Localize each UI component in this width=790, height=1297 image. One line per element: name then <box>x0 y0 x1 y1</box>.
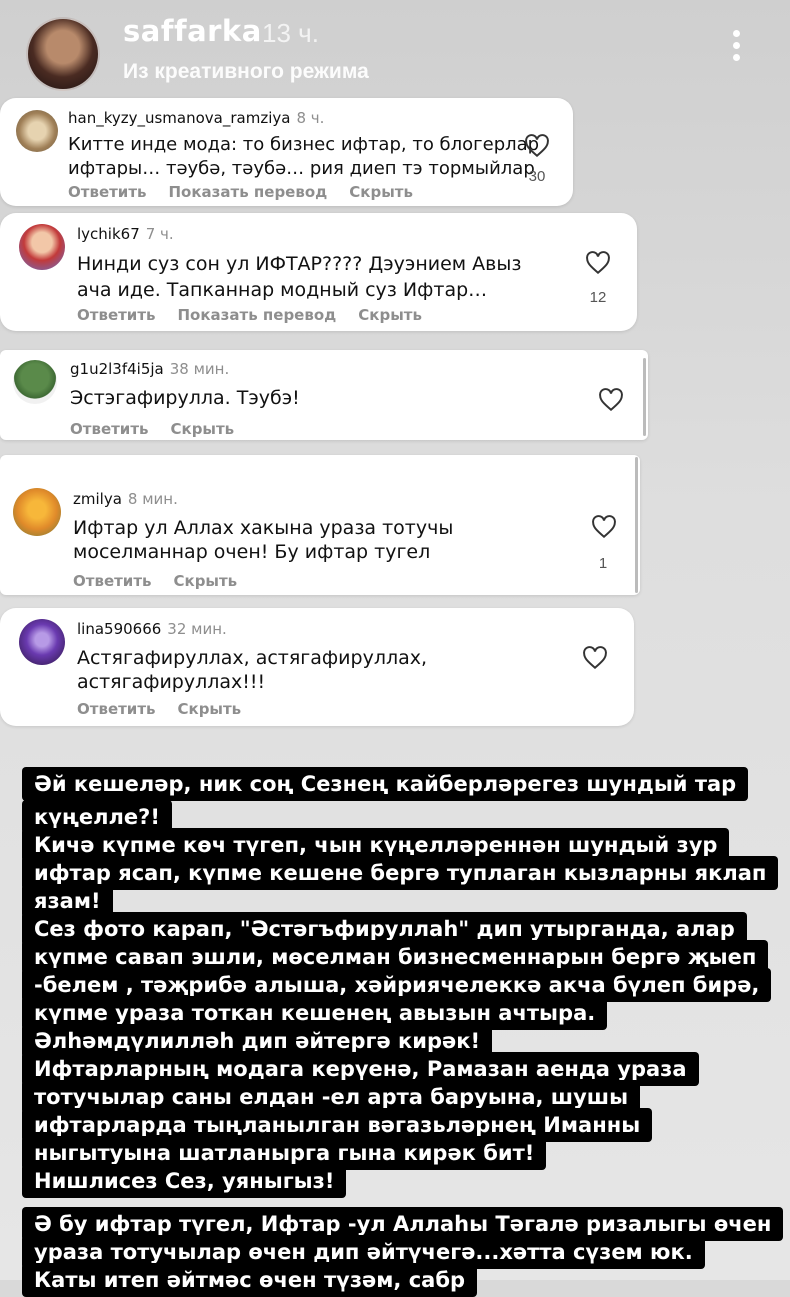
comment-user[interactable]: zmilya 8 мин. <box>73 490 178 508</box>
comment-card: zmilya 8 мин. Ифтар ул Аллах хакына ураза… <box>0 455 640 595</box>
story-text-line: Әй кешеләр, ник соң Сезнең кайберләрегез… <box>22 767 749 801</box>
hide-button[interactable]: Скрыть <box>174 572 238 590</box>
comment-actions: Ответить Скрыть <box>77 700 263 718</box>
scrollbar[interactable] <box>635 457 638 593</box>
comment-text: Эстэгафирулла. Тэубэ! <box>70 387 300 409</box>
heart-outline-icon[interactable] <box>585 251 611 275</box>
heart-outline-icon[interactable] <box>598 388 624 412</box>
hide-button[interactable]: Скрыть <box>358 306 422 324</box>
hide-button[interactable]: Скрыть <box>171 420 235 438</box>
comment-text: Нинди суз сон ул ИФТАР???? Дэуэнием Авыз… <box>77 253 522 301</box>
story-header: saffarka 13 ч. Из креативного режима <box>0 0 790 95</box>
like-count: 1 <box>598 555 608 572</box>
reply-button[interactable]: Ответить <box>73 572 152 590</box>
comment-card: lychik67 7 ч. Нинди суз сон ул ИФТАР???? … <box>0 213 637 331</box>
comment-avatar[interactable] <box>13 488 61 536</box>
heart-outline-icon[interactable] <box>582 646 608 670</box>
story-subtitle[interactable]: Из креативного режима <box>123 60 369 84</box>
comment-text: Китте инде мода: то бизнес ифтар, то бло… <box>68 134 540 179</box>
story-time: 13 ч. <box>262 18 319 48</box>
reply-button[interactable]: Ответить <box>70 420 149 438</box>
comment-avatar[interactable] <box>16 110 58 152</box>
avatar[interactable] <box>26 17 100 91</box>
story-username[interactable]: saffarka <box>123 14 262 48</box>
story-text-line: Каты итеп әйтмәс өчен түзәм, сабр <box>22 1263 478 1297</box>
heart-outline-icon[interactable] <box>591 515 617 539</box>
scrollbar[interactable] <box>643 358 646 436</box>
hide-button[interactable]: Скрыть <box>178 700 242 718</box>
like-count: 30 <box>528 168 546 185</box>
comment-text: Астягафируллах, астягафируллах, астягафир… <box>77 647 428 693</box>
comment-avatar[interactable] <box>19 619 65 665</box>
comment-card: lina590666 32 мин. Астягафируллах, астяга… <box>0 608 634 726</box>
comment-actions: Ответить Показать перевод Скрыть <box>77 306 444 324</box>
reply-button[interactable]: Ответить <box>68 183 147 201</box>
comment-text: Ифтар ул Аллах хакына ураза тотучы моселм… <box>73 517 454 563</box>
comment-avatar[interactable] <box>13 360 57 404</box>
more-vertical-icon[interactable] <box>729 30 743 70</box>
reply-button[interactable]: Ответить <box>77 700 156 718</box>
comment-card: g1u2l3f4i5ja 38 мин. Эстэгафирулла. Тэубэ… <box>0 350 648 440</box>
comment-user[interactable]: g1u2l3f4i5ja 38 мин. <box>70 360 229 378</box>
translate-button[interactable]: Показать перевод <box>178 306 337 324</box>
comment-user[interactable]: lychik67 7 ч. <box>77 225 174 243</box>
story-text-line: Нишлисез Сез, уяныгыз! <box>22 1164 347 1198</box>
comment-user[interactable]: han_kyzy_usmanova_ramziya 8 ч. <box>68 109 324 127</box>
comment-card: han_kyzy_usmanova_ramziya 8 ч. Китте инде… <box>0 98 573 206</box>
translate-button[interactable]: Показать перевод <box>169 183 328 201</box>
like-count: 12 <box>589 289 607 306</box>
comment-user[interactable]: lina590666 32 мин. <box>77 620 227 638</box>
comment-actions: Ответить Показать перевод Скрыть <box>68 183 435 201</box>
comment-actions: Ответить Скрыть <box>70 420 256 438</box>
comment-avatar[interactable] <box>19 224 65 270</box>
comment-actions: Ответить Скрыть <box>73 572 259 590</box>
reply-button[interactable]: Ответить <box>77 306 156 324</box>
hide-button[interactable]: Скрыть <box>349 183 413 201</box>
heart-outline-icon[interactable] <box>524 134 550 158</box>
story-text-line: ифтар ясап, күпме кешене бергә туплаган … <box>22 856 779 890</box>
